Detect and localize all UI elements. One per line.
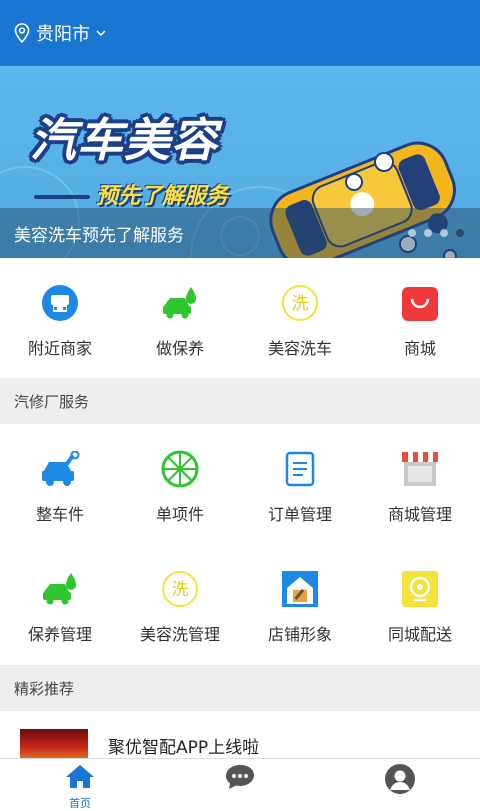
- location-pin-icon: [14, 23, 30, 43]
- mall-bag-icon: [400, 283, 440, 323]
- service-item-order-management[interactable]: 订单管理: [240, 449, 360, 525]
- service-item-label: 整车件: [35, 505, 84, 524]
- carousel-dot-active[interactable]: [456, 229, 464, 237]
- svg-text:洗: 洗: [172, 580, 189, 600]
- store-icon: [400, 449, 440, 489]
- menu-item-label: 附近商家: [27, 339, 92, 358]
- tab-messages[interactable]: [160, 759, 320, 800]
- menu-item-car-wash[interactable]: 洗 美容洗车: [240, 283, 360, 359]
- order-doc-icon: [280, 449, 320, 489]
- service-item-local-delivery[interactable]: 同城配送: [360, 569, 480, 645]
- service-item-label: 美容洗管理: [139, 625, 220, 644]
- carousel-dots[interactable]: [408, 229, 464, 237]
- nearby-shop-icon: [40, 283, 80, 323]
- service-item-label: 订单管理: [267, 505, 332, 524]
- chevron-down-icon: [96, 29, 106, 37]
- tab-profile[interactable]: [320, 759, 480, 800]
- menu-item-nearby-shop[interactable]: 附近商家: [0, 283, 120, 359]
- chat-icon: [225, 763, 255, 795]
- news-title: 聚优智配APP上线啦: [108, 738, 260, 758]
- service-item-label: 同城配送: [387, 625, 452, 644]
- banner-subtitle: 预先了解服务: [34, 178, 228, 210]
- service-grid-row-1: 整车件 单项件 订单管理 商城管理: [0, 449, 480, 525]
- service-item-maintenance-management[interactable]: 保养管理: [0, 569, 120, 645]
- service-item-label: 单项件: [155, 505, 204, 524]
- menu-item-mall[interactable]: 商城: [360, 283, 480, 359]
- menu-item-label: 商城: [403, 339, 436, 358]
- service-item-label: 商城管理: [387, 505, 452, 524]
- carousel-dot[interactable]: [440, 229, 448, 237]
- top-bar: 贵阳市: [0, 0, 480, 66]
- profile-icon: [384, 763, 416, 799]
- tab-home[interactable]: 首页: [0, 759, 160, 810]
- service-item-label: 保养管理: [27, 625, 92, 644]
- service-grid-row-2: 保养管理 洗 美容洗管理 店铺形象 同城配送: [0, 569, 480, 645]
- carousel-dot[interactable]: [424, 229, 432, 237]
- maintenance-icon: [160, 283, 200, 323]
- menu-item-label: 做保养: [155, 339, 204, 358]
- city-name: 贵阳市: [36, 24, 90, 45]
- city-selector[interactable]: 贵阳市: [14, 20, 106, 46]
- section-header-recommend: 精彩推荐: [0, 665, 480, 711]
- service-item-label: 店铺形象: [267, 625, 332, 644]
- car-repair-icon: [40, 449, 80, 489]
- news-list-item[interactable]: 聚优智配APP上线啦: [0, 711, 480, 759]
- service-item-mall-management[interactable]: 商城管理: [360, 449, 480, 525]
- car-wash-icon: 洗: [160, 569, 200, 609]
- service-item-shop-image[interactable]: 店铺形象: [240, 569, 360, 645]
- banner-title: 汽车美容: [30, 113, 218, 167]
- news-thumbnail: [20, 729, 88, 759]
- quick-menu: 附近商家 做保养 洗 美容洗车 商城: [0, 283, 480, 359]
- delivery-icon: [400, 569, 440, 609]
- shop-image-icon: [280, 569, 320, 609]
- menu-item-label: 美容洗车: [267, 339, 332, 358]
- maintenance-icon: [40, 569, 80, 609]
- service-item-single-parts[interactable]: 单项件: [120, 449, 240, 525]
- promo-banner[interactable]: 汽车美容 预先了解服务 美容洗车预先了解服务: [0, 66, 480, 258]
- bottom-tab-bar: 首页: [0, 758, 480, 810]
- section-header-service: 汽修厂服务: [0, 378, 480, 424]
- menu-item-maintenance[interactable]: 做保养: [120, 283, 240, 359]
- car-wash-icon: 洗: [280, 283, 320, 323]
- carousel-dot[interactable]: [408, 229, 416, 237]
- service-item-vehicle-parts[interactable]: 整车件: [0, 449, 120, 525]
- wheel-icon: [160, 449, 200, 489]
- tab-home-label: 首页: [69, 797, 91, 810]
- svg-text:洗: 洗: [292, 294, 309, 314]
- service-item-car-wash-management[interactable]: 洗 美容洗管理: [120, 569, 240, 645]
- home-icon: [64, 763, 96, 793]
